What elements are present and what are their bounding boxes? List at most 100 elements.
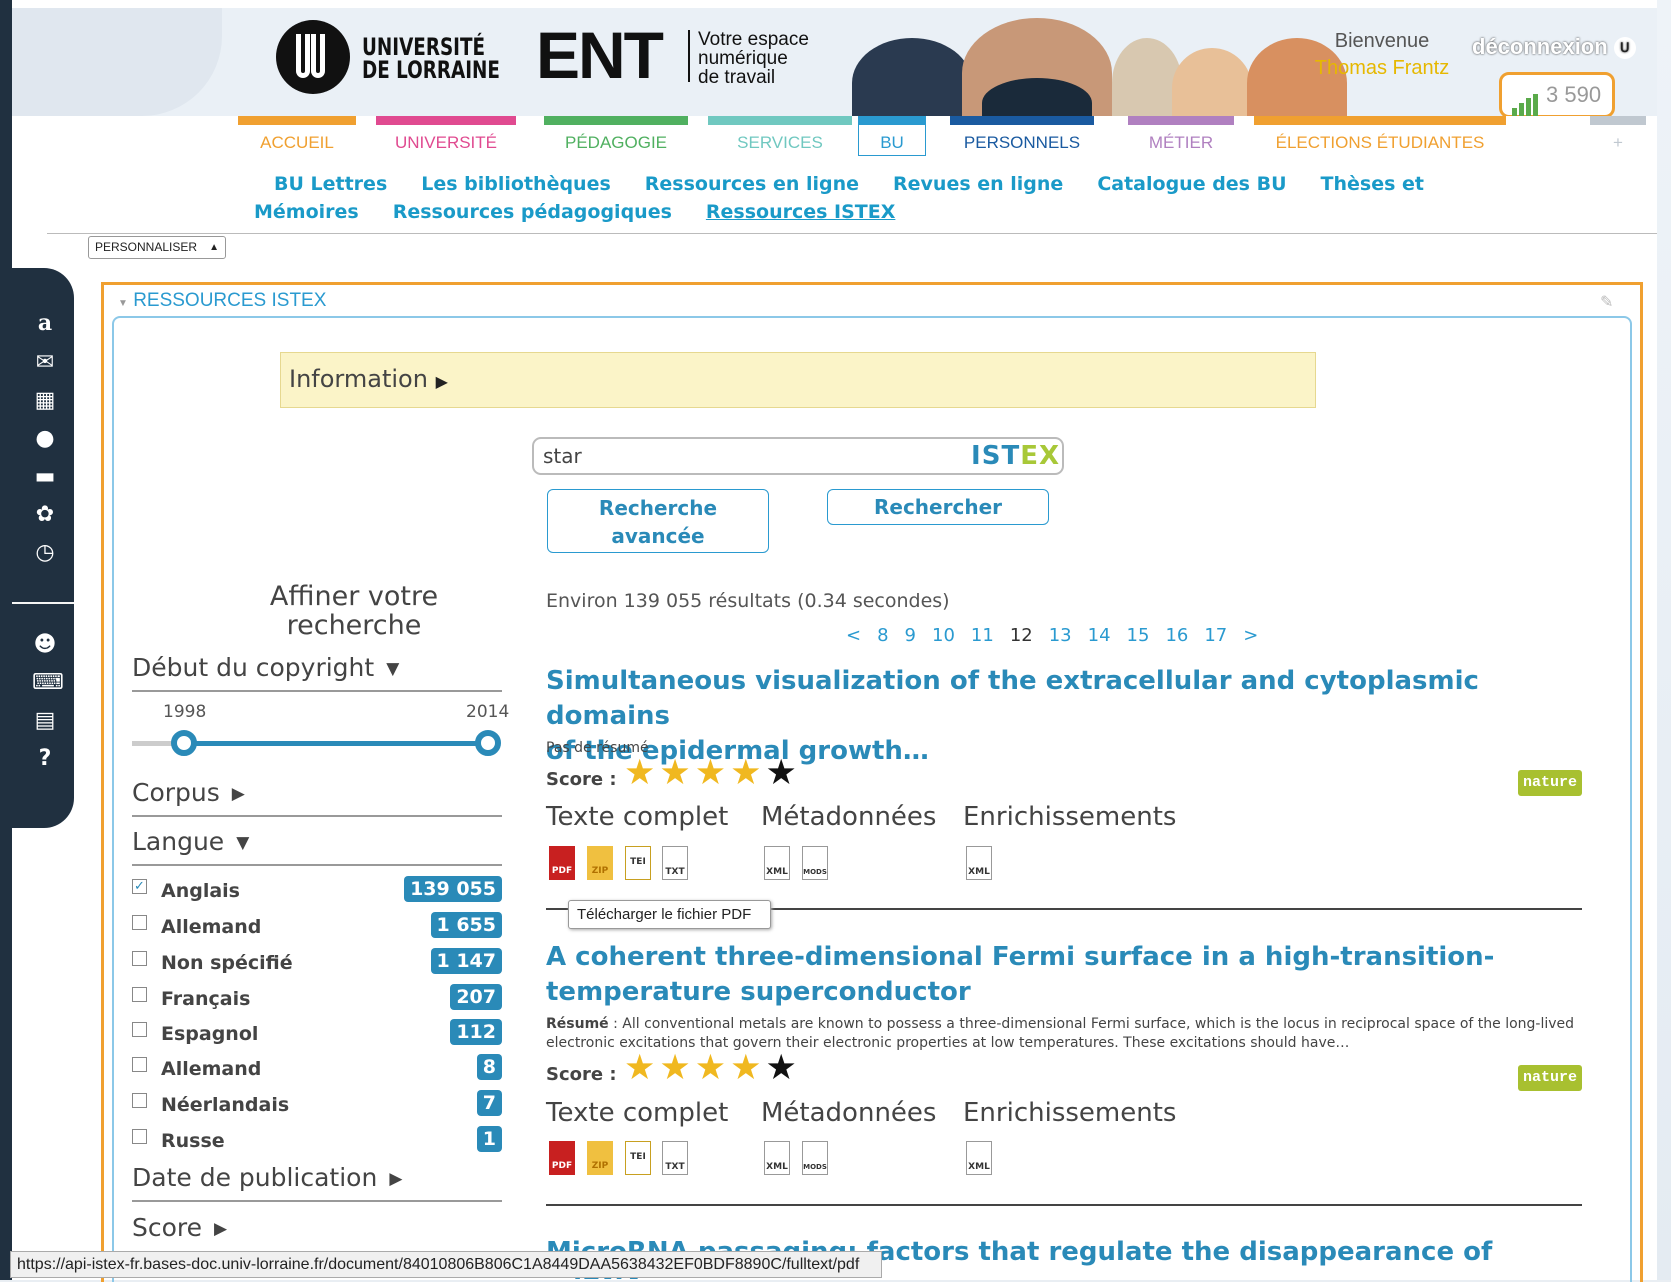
checkbox[interactable]: [132, 1022, 147, 1037]
search-input[interactable]: star ISTEX: [532, 437, 1064, 475]
language-option[interactable]: Russe 1: [132, 1126, 502, 1154]
tab-bu[interactable]: BU: [858, 116, 926, 156]
copyright-slider-range: [183, 741, 489, 746]
language-option[interactable]: Espagnol 112: [132, 1019, 502, 1047]
portlet-title[interactable]: ▼ RESSOURCES ISTEX: [118, 290, 326, 312]
column-title: Métadonnées: [761, 802, 937, 832]
checkbox[interactable]: [132, 951, 147, 966]
pager-page[interactable]: 11: [971, 625, 994, 646]
slider-max-handle[interactable]: [475, 730, 501, 756]
xml-icon[interactable]: XML: [764, 846, 790, 880]
search-button[interactable]: Rechercher: [827, 489, 1049, 525]
tab-universite[interactable]: UNIVERSITÉ: [376, 116, 516, 158]
sublink-ressources-istex[interactable]: Ressources ISTEX: [706, 201, 896, 223]
language-option[interactable]: Néerlandais 7: [132, 1090, 502, 1118]
facet-date[interactable]: Date de publication ▶: [132, 1163, 402, 1192]
newspaper-icon[interactable]: ▤: [32, 708, 58, 734]
tab-personnels[interactable]: PERSONNELS: [950, 116, 1094, 158]
sublink-revues-en-ligne[interactable]: Revues en ligne: [893, 173, 1063, 195]
count-badge: 207: [450, 984, 502, 1010]
pdf-icon[interactable]: PDF: [549, 846, 575, 880]
points-counter[interactable]: 3 590: [1499, 72, 1615, 116]
sublink-bu-lettres[interactable]: BU Lettres: [274, 173, 387, 195]
chat-icon[interactable]: ●: [32, 426, 58, 452]
pager-prev[interactable]: <: [846, 625, 861, 646]
pager-page[interactable]: 13: [1049, 625, 1072, 646]
column-title: Enrichissements: [963, 1098, 1177, 1128]
language-option[interactable]: Allemand 8: [132, 1054, 502, 1082]
facet-divider: [132, 690, 502, 692]
pdf-icon[interactable]: PDF: [549, 1141, 575, 1175]
pager-page[interactable]: 10: [932, 625, 955, 646]
clock-icon[interactable]: ◷: [32, 540, 58, 566]
pager-page[interactable]: 17: [1204, 625, 1227, 646]
tab-pedagogie[interactable]: PÉDAGOGIE: [544, 116, 688, 158]
mods-icon[interactable]: MODS: [802, 846, 828, 880]
help-icon[interactable]: ?: [32, 746, 58, 772]
checkbox[interactable]: [132, 1093, 147, 1108]
facet-langue[interactable]: Langue ▼: [132, 827, 249, 856]
checkbox[interactable]: [132, 1057, 147, 1072]
slider-min-handle[interactable]: [171, 730, 197, 756]
pager-page[interactable]: 14: [1088, 625, 1111, 646]
tab-services[interactable]: SERVICES: [708, 116, 852, 158]
corpus-badge: nature: [1518, 770, 1582, 796]
laptop-icon[interactable]: ⌨: [32, 670, 64, 696]
result-title[interactable]: A coherent three-dimensional Fermi surfa…: [546, 940, 1596, 1010]
caret-right-icon: ▶: [435, 372, 448, 391]
ticket-icon[interactable]: ▬: [32, 464, 58, 490]
pager-page[interactable]: 8: [877, 625, 888, 646]
pin-icon[interactable]: ✎: [1600, 292, 1616, 311]
txt-icon[interactable]: TXT: [662, 846, 688, 880]
tab-more[interactable]: +: [1590, 116, 1646, 158]
score-label: Score :: [546, 769, 617, 790]
user-icon[interactable]: ☻: [32, 632, 58, 658]
facet-corpus[interactable]: Corpus ▶: [132, 778, 245, 807]
pager-page[interactable]: 9: [905, 625, 916, 646]
language-option[interactable]: Non spécifié 1 147: [132, 948, 502, 976]
checkbox[interactable]: [132, 915, 147, 930]
tei-icon[interactable]: TEI: [625, 846, 651, 880]
xml-icon[interactable]: XML: [966, 846, 992, 880]
sublink-ressources-en-ligne[interactable]: Ressources en ligne: [645, 173, 859, 195]
plant-icon[interactable]: ✿: [32, 502, 58, 528]
advanced-search-button[interactable]: Recherche avancée: [547, 489, 769, 553]
university-logo[interactable]: [276, 20, 350, 94]
checkbox[interactable]: ✓: [132, 879, 147, 894]
information-panel[interactable]: Information ▶: [280, 352, 1316, 408]
checkbox[interactable]: [132, 1129, 147, 1144]
tei-icon[interactable]: TEI: [625, 1141, 651, 1175]
tab-metier[interactable]: MÉTIER: [1128, 116, 1234, 158]
sublink-memoires[interactable]: Mémoires: [254, 201, 359, 223]
checkbox[interactable]: [132, 987, 147, 1002]
annuaire-icon[interactable]: a: [32, 310, 58, 336]
facet-copyright[interactable]: Début du copyright ▼: [132, 653, 399, 682]
language-option[interactable]: ✓ Anglais 139 055: [132, 876, 502, 904]
xml-icon[interactable]: XML: [966, 1141, 992, 1175]
zip-icon[interactable]: ZIP: [587, 1141, 613, 1175]
personnaliser-button[interactable]: PERSONNALISER ▲: [88, 236, 226, 259]
count-badge: 7: [476, 1090, 502, 1116]
facet-divider: [132, 1200, 502, 1202]
pager-page[interactable]: 15: [1127, 625, 1150, 646]
calendar-icon[interactable]: ▦: [32, 388, 58, 414]
sublink-catalogue[interactable]: Catalogue des BU: [1097, 173, 1286, 195]
pager-page[interactable]: 16: [1165, 625, 1188, 646]
xml-icon[interactable]: XML: [764, 1141, 790, 1175]
sublink-bibliotheques[interactable]: Les bibliothèques: [421, 173, 611, 195]
facet-score[interactable]: Score ▶: [132, 1213, 227, 1242]
mods-icon[interactable]: MODS: [802, 1141, 828, 1175]
collapse-icon[interactable]: ▼: [118, 298, 128, 309]
pager-next[interactable]: >: [1243, 625, 1258, 646]
language-option[interactable]: Français 207: [132, 984, 502, 1012]
language-option[interactable]: Allemand 1 655: [132, 912, 502, 940]
tab-accueil[interactable]: ACCUEIL: [238, 116, 356, 158]
sublink-theses[interactable]: Thèses et: [1321, 173, 1424, 195]
sublink-ressources-pedagogiques[interactable]: Ressources pédagogiques: [393, 201, 672, 223]
zip-icon[interactable]: ZIP: [587, 846, 613, 880]
mail-icon[interactable]: ✉: [32, 350, 58, 376]
tab-elections[interactable]: ÉLECTIONS ÉTUDIANTES: [1254, 116, 1506, 158]
txt-icon[interactable]: TXT: [662, 1141, 688, 1175]
user-name[interactable]: Thomas Frantz: [1312, 55, 1452, 82]
logout-link[interactable]: déconnexion ᑌ: [1472, 34, 1636, 60]
